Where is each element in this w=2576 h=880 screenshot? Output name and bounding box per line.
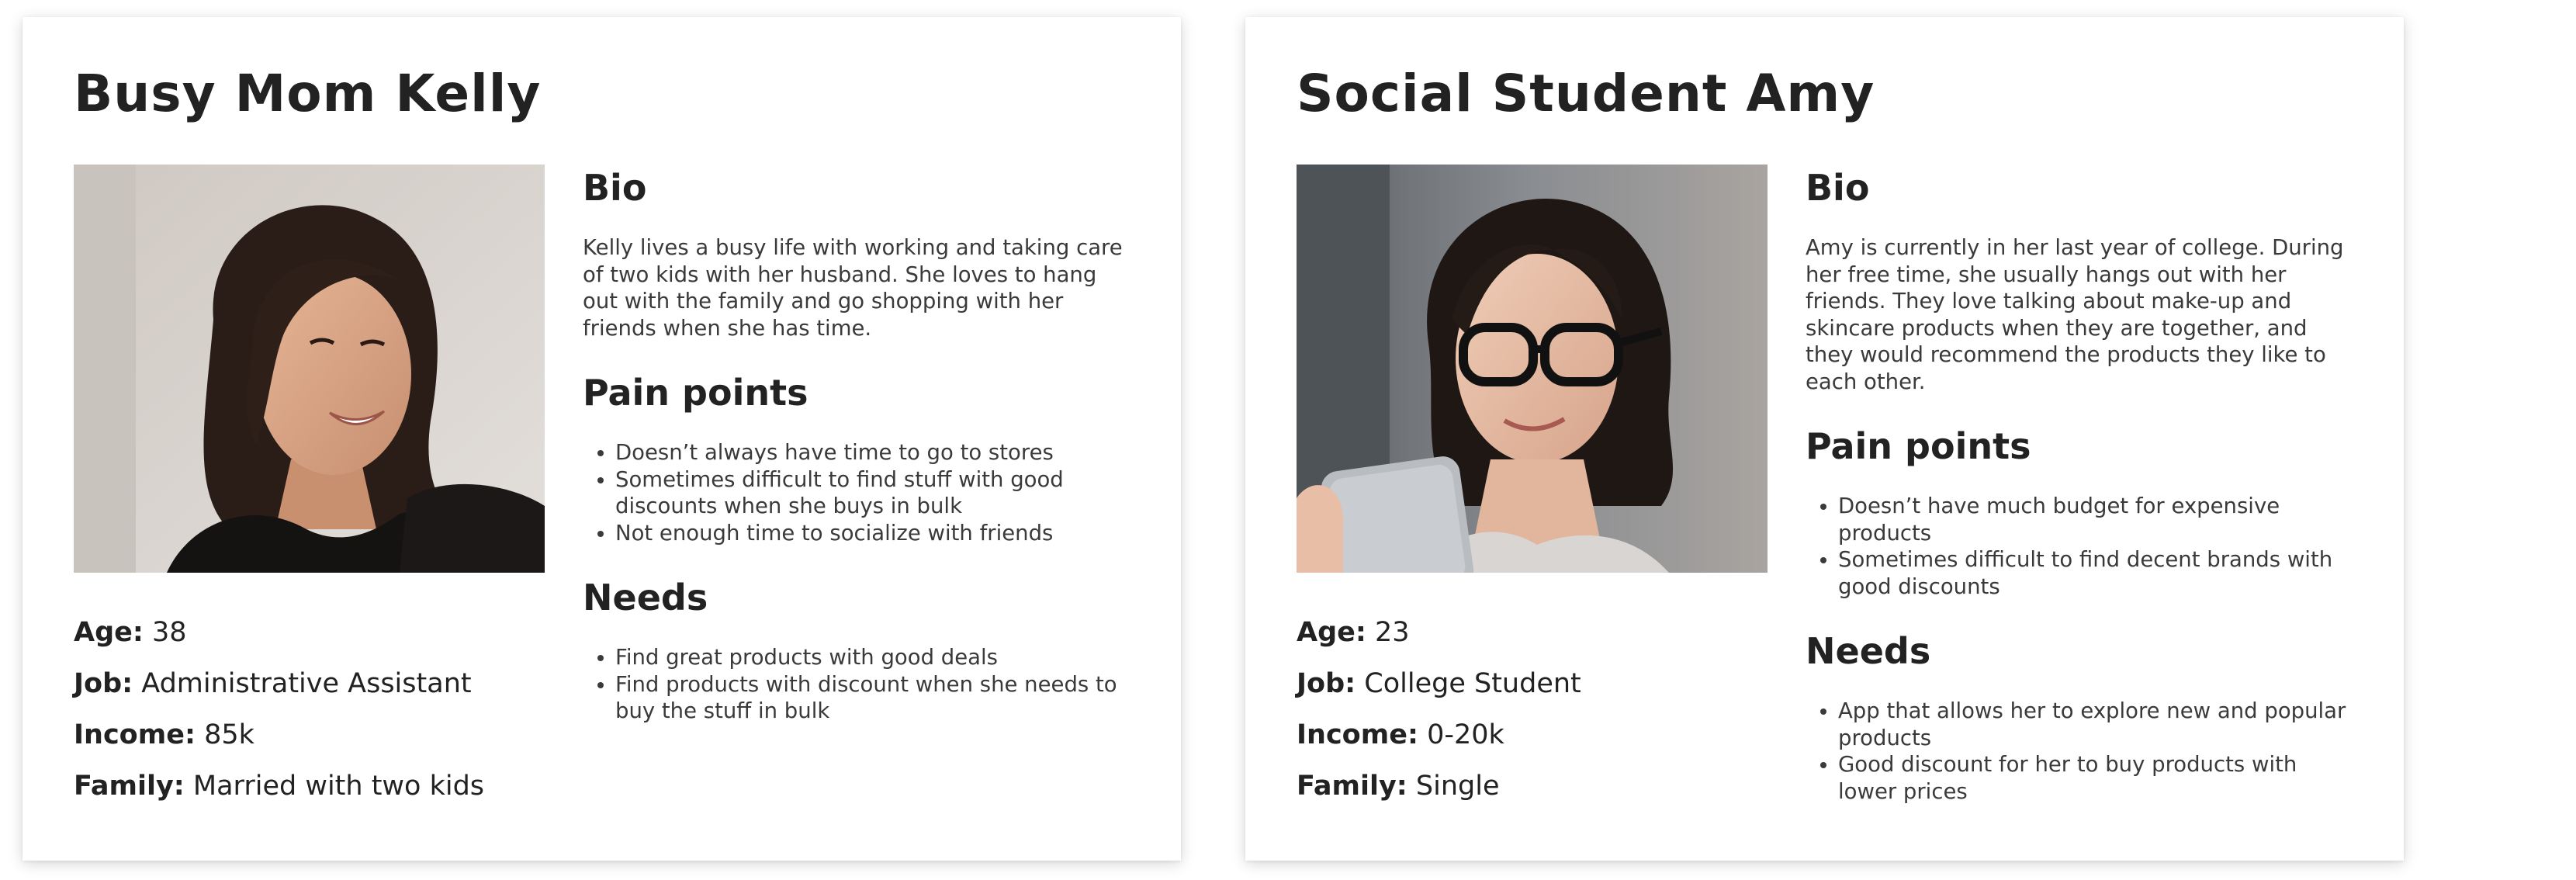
fact-job: Job: College Student <box>1297 658 1768 709</box>
fact-label: Job: <box>1297 668 1356 699</box>
list-item: Find products with discount when she nee… <box>615 671 1126 725</box>
bio-heading: Bio <box>583 167 647 209</box>
bio-heading: Bio <box>1806 167 1870 209</box>
list-item: Sometimes difficult to find decent brand… <box>1838 546 2349 600</box>
persona-details: Bio Kelly lives a busy life with working… <box>583 165 1126 725</box>
bio-text: Amy is currently in her last year of col… <box>1806 235 2344 394</box>
list-item: Good discount for her to buy products wi… <box>1838 751 2349 805</box>
fact-label: Age: <box>74 617 144 648</box>
needs-list: App that allows her to explore new and p… <box>1806 698 2349 805</box>
needs-heading: Needs <box>583 577 708 618</box>
fact-family: Family: Single <box>1297 760 1768 812</box>
persona-facts: Age: 38 Job: Administrative Assistant In… <box>74 607 545 812</box>
persona-name: Social Student Amy <box>1297 64 1875 123</box>
pain-points-list: Doesn’t have much budget for expensive p… <box>1806 493 2349 600</box>
fact-value: 0-20k <box>1427 719 1504 750</box>
fact-label: Income: <box>74 719 196 750</box>
fact-label: Job: <box>74 668 133 699</box>
fact-value: Single <box>1415 771 1500 802</box>
persona-card-amy: Social Student Amy Age: 23 Job: College … <box>1245 17 2404 861</box>
pain-points-heading: Pain points <box>1806 425 2031 467</box>
persona-facts: Age: 23 Job: College Student Income: 0-2… <box>1297 607 1768 812</box>
list-item: Sometimes difficult to find stuff with g… <box>615 466 1126 520</box>
needs-heading: Needs <box>1806 630 1931 672</box>
fact-value: Married with two kids <box>192 771 485 802</box>
fact-label: Family: <box>1297 771 1407 802</box>
fact-income: Income: 85k <box>74 709 545 760</box>
persona-photo <box>1297 165 1768 573</box>
list-item: Find great products with good deals <box>615 644 1126 671</box>
bio-text: Kelly lives a busy life with working and… <box>583 235 1123 341</box>
persona-photo <box>74 165 545 573</box>
fact-age: Age: 23 <box>1297 607 1768 658</box>
list-item: App that allows her to explore new and p… <box>1838 698 2349 751</box>
fact-label: Family: <box>74 771 185 802</box>
persona-name: Busy Mom Kelly <box>74 64 542 123</box>
fact-age: Age: 38 <box>74 607 545 658</box>
fact-value: 38 <box>152 617 187 648</box>
persona-board: Busy Mom Kelly Age: 38 Job: Administrati… <box>0 0 2576 880</box>
fact-value: 85k <box>204 719 254 750</box>
list-item: Doesn’t have much budget for expensive p… <box>1838 493 2349 546</box>
fact-value: Administrative Assistant <box>141 668 472 699</box>
list-item: Not enough time to socialize with friend… <box>615 520 1126 547</box>
pain-points-heading: Pain points <box>583 372 808 414</box>
fact-label: Age: <box>1297 617 1366 648</box>
needs-list: Find great products with good deals Find… <box>583 644 1126 725</box>
fact-income: Income: 0-20k <box>1297 709 1768 760</box>
fact-label: Income: <box>1297 719 1418 750</box>
pain-points-list: Doesn’t always have time to go to stores… <box>583 439 1126 546</box>
persona-details: Bio Amy is currently in her last year of… <box>1806 165 2349 805</box>
list-item: Doesn’t always have time to go to stores <box>615 439 1126 466</box>
fact-value: College Student <box>1364 668 1581 699</box>
fact-family: Family: Married with two kids <box>74 760 545 812</box>
fact-value: 23 <box>1375 617 1410 648</box>
persona-card-kelly: Busy Mom Kelly Age: 38 Job: Administrati… <box>23 17 1181 861</box>
fact-job: Job: Administrative Assistant <box>74 658 545 709</box>
